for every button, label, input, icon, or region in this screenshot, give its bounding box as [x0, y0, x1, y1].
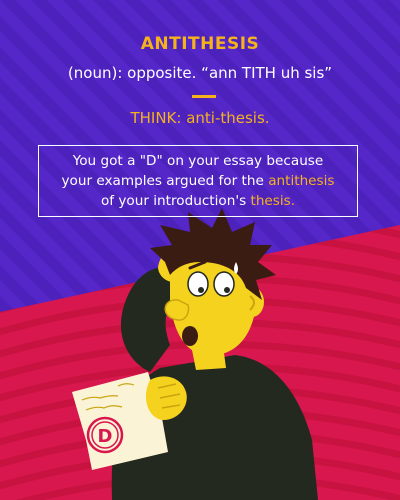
definition-text: (noun): opposite. “ann TITH uh sis” [67, 64, 333, 82]
think-mnemonic: THINK: anti-thesis. [130, 109, 270, 127]
vocab-card: D ANTITHESIS (noun): opposite. “ann TITH… [0, 0, 400, 500]
highlight-antithesis: antithesis [268, 173, 335, 189]
paper-grade: D [98, 426, 113, 447]
vocab-word-title: ANTITHESIS [140, 34, 260, 54]
divider-line [192, 95, 216, 98]
example-line-1: You got a "D" on your essay because [72, 153, 324, 169]
example-line-2: your examples argued for the antithesis [61, 173, 335, 189]
right-eye [213, 271, 235, 297]
highlight-thesis: thesis. [250, 193, 296, 209]
mouth [182, 326, 198, 346]
left-eye [187, 271, 209, 297]
example-line-3: of your introduction's thesis. [100, 193, 296, 209]
example-sentence-box: You got a "D" on your essay because your… [38, 145, 358, 217]
nose [164, 299, 190, 321]
